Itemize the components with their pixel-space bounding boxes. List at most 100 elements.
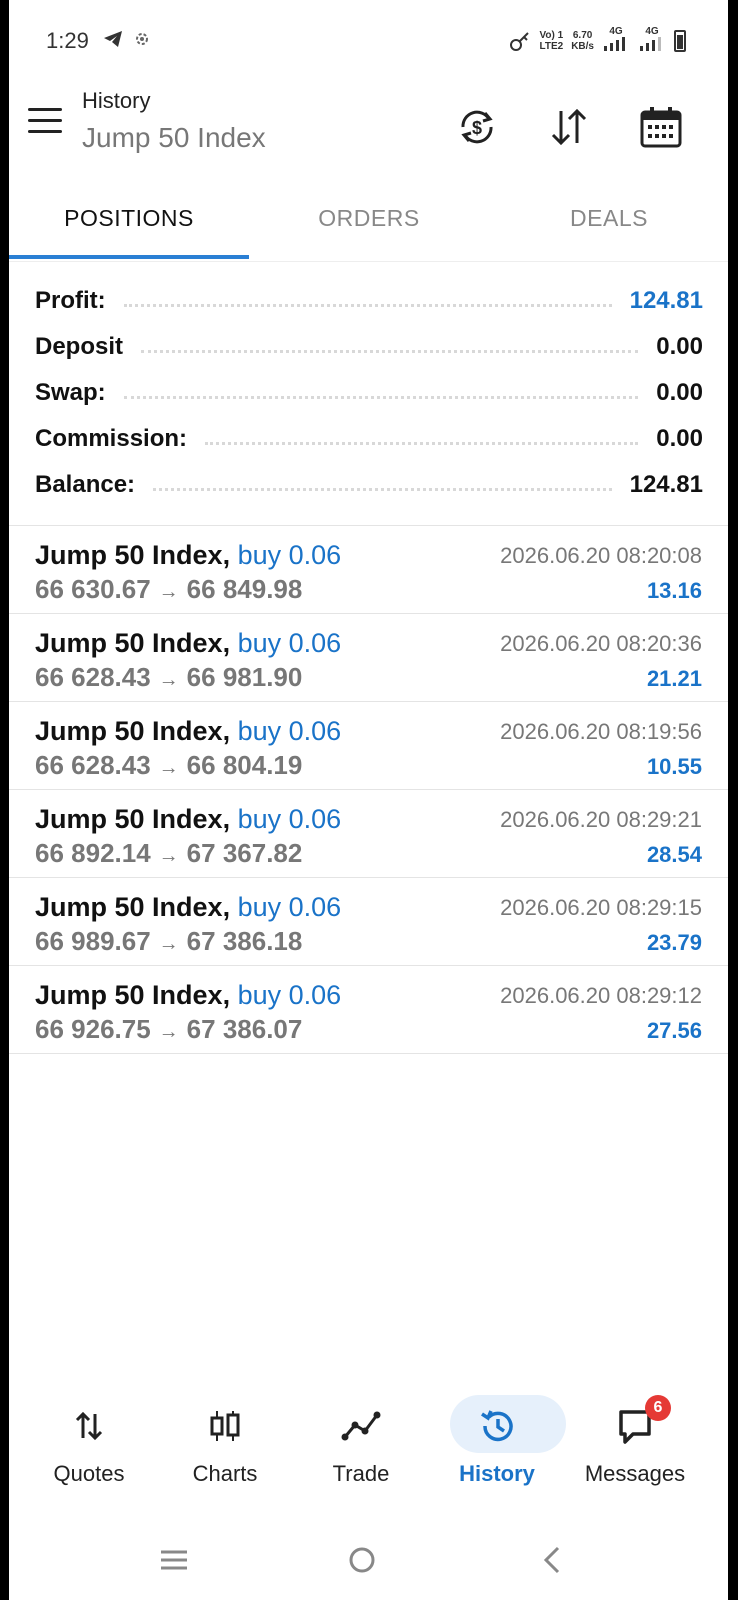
header-symbol-title[interactable]: Jump 50 Index — [82, 122, 266, 154]
summary-value: 0.00 — [656, 379, 703, 406]
summary-row-balance: Balance: 124.81 — [35, 462, 703, 508]
summary-row-swap: Swap: 0.00 — [35, 370, 703, 416]
deal-profit: 10.55 — [646, 754, 702, 779]
calendar-button[interactable] — [630, 96, 692, 158]
nav-label: Quotes — [53, 1461, 125, 1486]
recent-apps-icon — [161, 1550, 187, 1570]
summary-row-profit: Profit: 124.81 — [35, 278, 703, 324]
deal-side: buy 0.06 — [237, 892, 342, 922]
tab-orders[interactable]: ORDERS — [249, 205, 489, 232]
recent-apps-button[interactable] — [144, 1540, 204, 1580]
deal-prices: 66 630.67 → 66 849.98 — [35, 574, 302, 605]
deal-side: buy 0.06 — [237, 628, 342, 658]
deal-time: 2026.06.20 08:29:12 — [500, 983, 702, 1008]
deal-symbol-line: Jump 50 Index, buy 0.06 — [35, 628, 341, 659]
deal-prices: 66 628.43 → 66 981.90 — [35, 662, 302, 693]
deal-profit: 21.21 — [646, 666, 702, 691]
dotted-leader — [205, 441, 639, 445]
sort-button[interactable] — [538, 96, 600, 158]
back-button[interactable] — [522, 1540, 582, 1580]
open-price: 66 628.43 — [35, 750, 151, 780]
tab-deals[interactable]: DEALS — [489, 205, 729, 232]
screen-edge-left — [0, 0, 9, 1600]
positions-list: Jump 50 Index, buy 0.06 66 630.67 → 66 849… — [9, 526, 728, 1054]
deal-profit: 27.56 — [646, 1018, 702, 1043]
open-price: 66 628.43 — [35, 662, 151, 692]
sim1-signal: 4G — [602, 26, 630, 56]
deal-prices: 66 989.67 → 67 386.18 — [35, 926, 302, 957]
deal-time: 2026.06.20 08:20:36 — [500, 631, 702, 656]
deal-prices: 66 892.14 → 67 367.82 — [35, 838, 302, 869]
network-speed: 6.70 KB/s — [571, 30, 594, 52]
history-tabs: POSITIONS ORDERS DEALS — [9, 195, 728, 262]
history-clock-icon — [427, 1401, 567, 1451]
summary-label: Swap: — [35, 379, 106, 406]
dotted-leader — [141, 349, 639, 353]
deal-symbol: Jump 50 Index, — [35, 540, 231, 570]
deal-time: 2026.06.20 08:29:15 — [500, 895, 702, 920]
nav-quotes[interactable]: Quotes — [19, 1395, 159, 1495]
dotted-leader — [123, 303, 612, 307]
list-item[interactable]: Jump 50 Index, buy 0.06 66 628.43 → 66 804… — [9, 702, 728, 790]
menu-icon[interactable] — [28, 108, 62, 136]
summary-label: Profit: — [35, 287, 106, 314]
summary-row-commission: Commission: 0.00 — [35, 416, 703, 462]
home-button[interactable] — [332, 1540, 392, 1580]
status-bar: 1:29 Vo) 1 LTE2 6.70 KB/s 4G 4G — [0, 0, 738, 82]
sort-arrows-icon — [551, 108, 587, 146]
list-item[interactable]: Jump 50 Index, buy 0.06 66 892.14 → 67 367… — [9, 790, 728, 878]
close-price: 66 981.90 — [186, 662, 303, 692]
app-header: History Jump 50 Index $ — [0, 82, 738, 182]
close-price: 67 386.18 — [186, 926, 303, 956]
list-item[interactable]: Jump 50 Index, buy 0.06 66 628.43 → 66 981… — [9, 614, 728, 702]
nav-label: Messages — [584, 1461, 686, 1486]
nav-charts[interactable]: Charts — [155, 1395, 295, 1495]
nav-trade[interactable]: Trade — [291, 1395, 431, 1495]
sim2-signal: 4G — [638, 26, 666, 56]
close-price: 66 849.98 — [186, 574, 303, 604]
arrow-glyph: → — [158, 581, 179, 603]
arrow-glyph: → — [158, 1021, 179, 1043]
list-item[interactable]: Jump 50 Index, buy 0.06 66 926.75 → 67 386… — [9, 966, 728, 1054]
nav-messages[interactable]: 6 Messages — [565, 1395, 705, 1495]
arrow-glyph: → — [158, 845, 179, 867]
arrow-glyph: → — [158, 669, 179, 691]
nav-history[interactable]: History — [427, 1395, 567, 1495]
close-price: 66 804.19 — [186, 750, 303, 780]
deal-symbol: Jump 50 Index, — [35, 628, 231, 658]
deal-time: 2026.06.20 08:19:56 — [500, 719, 702, 744]
deal-symbol-line: Jump 50 Index, buy 0.06 — [35, 716, 341, 747]
close-price: 67 367.82 — [186, 838, 303, 868]
list-item[interactable]: Jump 50 Index, buy 0.06 66 630.67 → 66 849… — [9, 526, 728, 614]
deal-time: 2026.06.20 08:29:21 — [500, 807, 702, 832]
currency-refresh-icon: $ — [461, 110, 493, 144]
close-price: 67 386.07 — [186, 1014, 303, 1044]
active-tab-indicator — [9, 255, 249, 259]
signal-icon — [604, 37, 625, 51]
bottom-navigation: Quotes Charts Trade History 6 Messages — [9, 1385, 728, 1505]
messages-badge: 6 — [645, 1395, 671, 1421]
network-type: Vo) 1 LTE2 — [539, 30, 564, 52]
nav-label: Charts — [192, 1461, 258, 1486]
deal-prices: 66 628.43 → 66 804.19 — [35, 750, 302, 781]
account-summary: Profit: 124.81 Deposit 0.00 Swap: 0.00 C… — [35, 278, 703, 508]
open-price: 66 630.67 — [35, 574, 151, 604]
open-price: 66 989.67 — [35, 926, 151, 956]
open-price: 66 892.14 — [35, 838, 151, 868]
nav-label: History — [459, 1461, 535, 1486]
svg-text:$: $ — [472, 118, 482, 138]
summary-value: 0.00 — [656, 333, 703, 360]
deal-symbol: Jump 50 Index, — [35, 892, 231, 922]
messages-icon — [565, 1401, 705, 1451]
list-item[interactable]: Jump 50 Index, buy 0.06 66 989.67 → 67 386… — [9, 878, 728, 966]
deal-time: 2026.06.20 08:20:08 — [500, 543, 702, 568]
currency-refresh-button[interactable]: $ — [446, 96, 508, 158]
summary-label: Commission: — [35, 425, 188, 452]
arrow-glyph: → — [158, 757, 179, 779]
trade-line-icon — [291, 1401, 431, 1451]
signal-icon — [640, 37, 661, 51]
deal-profit: 28.54 — [646, 842, 702, 867]
summary-row-deposit: Deposit 0.00 — [35, 324, 703, 370]
back-chevron-icon — [543, 1546, 560, 1574]
tab-positions[interactable]: POSITIONS — [9, 205, 249, 232]
